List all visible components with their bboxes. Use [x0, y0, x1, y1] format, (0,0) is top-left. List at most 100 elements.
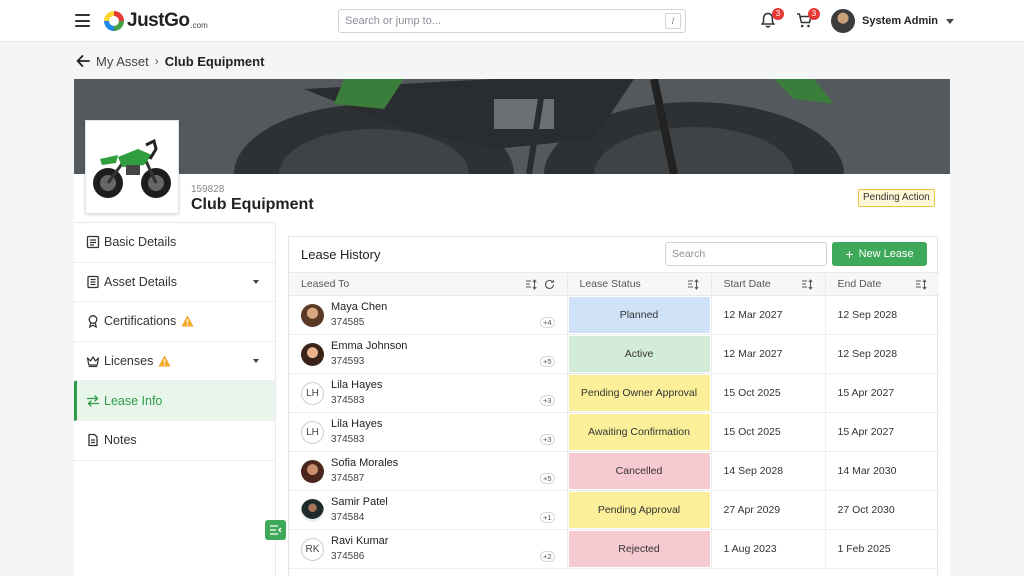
- table-row[interactable]: Sofia Morales 374587 +5 Cancelled 14 Sep…: [289, 451, 939, 491]
- status-pill: Pending Owner Approval: [568, 375, 710, 411]
- chevron-down-icon: [946, 18, 955, 24]
- lessee-name[interactable]: Sofia Morales: [331, 456, 398, 471]
- sort-icon[interactable]: [687, 279, 699, 290]
- avatar-initials: LH: [301, 381, 324, 405]
- collapse-icon: [270, 525, 282, 535]
- lease-status-cell: Pending Approval: [567, 490, 712, 530]
- chevron-down-icon: [253, 358, 259, 363]
- column-header-lease-status[interactable]: Lease Status: [567, 272, 712, 296]
- breadcrumb-parent[interactable]: My Asset: [96, 54, 149, 69]
- end-date-cell: 27 Oct 2030: [825, 490, 939, 530]
- lessee-name[interactable]: Maya Chen: [331, 300, 387, 315]
- lessee-name[interactable]: Samir Patel: [331, 495, 388, 510]
- avatar: [301, 303, 324, 327]
- start-date-cell: 15 Oct 2025: [711, 373, 826, 413]
- cart-button[interactable]: 3: [796, 8, 820, 30]
- notifications-button[interactable]: 3: [760, 8, 784, 30]
- sort-icon[interactable]: [525, 279, 537, 290]
- logo[interactable]: JustGo .com: [104, 10, 208, 32]
- start-date-cell: 14 Sep 2028: [711, 451, 826, 491]
- extra-count-badge[interactable]: +5: [539, 473, 555, 484]
- extra-count-badge[interactable]: +5: [539, 356, 555, 367]
- avatar: [301, 459, 324, 483]
- cart-badge: 3: [808, 8, 820, 20]
- column-header-end-date[interactable]: End Date: [825, 272, 939, 296]
- lease-status-cell: Planned: [567, 295, 712, 335]
- status-pill: Planned: [568, 297, 710, 333]
- lease-search-input[interactable]: [666, 243, 816, 265]
- motorbike-banner-illustration: [74, 79, 950, 174]
- lease-table: Leased To Lease Status Start Date End Da…: [289, 272, 939, 569]
- refresh-icon[interactable]: [544, 279, 555, 290]
- column-label: Start Date: [723, 278, 771, 290]
- sort-icon[interactable]: [801, 279, 813, 290]
- table-row[interactable]: LH Lila Hayes 374583 +3 Awaiting Confirm…: [289, 412, 939, 452]
- plus-icon: +: [845, 246, 854, 262]
- asset-card: 159828 Club Equipment Pending Action Bas…: [74, 79, 950, 576]
- column-label: Leased To: [301, 278, 350, 290]
- column-header-leased-to[interactable]: Leased To: [289, 272, 568, 296]
- chevron-right-icon: ›: [154, 54, 159, 68]
- table-row[interactable]: LH Lila Hayes 374583 +3 Pending Owner Ap…: [289, 373, 939, 413]
- status-pill: Active: [568, 336, 710, 372]
- breadcrumb: My Asset › Club Equipment: [75, 52, 264, 70]
- sidebar-item-basic-details[interactable]: Basic Details: [74, 223, 275, 263]
- status-pill: Awaiting Confirmation: [568, 414, 710, 450]
- lease-history-panel: Lease History + New Lease Leased To Leas…: [288, 236, 939, 576]
- user-menu[interactable]: System Admin: [831, 9, 955, 33]
- lease-status-cell: Active: [567, 334, 712, 374]
- search-shortcut-key: /: [665, 13, 681, 29]
- sidebar-item-label: Certifications: [104, 314, 177, 329]
- asset-banner-image: [74, 79, 950, 174]
- sidebar-item-licenses[interactable]: Licenses: [74, 342, 275, 382]
- lease-search: [665, 242, 827, 266]
- table-row[interactable]: Samir Patel 374584 +1 Pending Approval 2…: [289, 490, 939, 530]
- status-pill: Rejected: [568, 531, 710, 567]
- start-date-cell: 1 Aug 2023: [711, 529, 826, 569]
- new-lease-button[interactable]: + New Lease: [832, 242, 927, 266]
- extra-count-badge[interactable]: +1: [539, 512, 555, 523]
- notes-icon: [88, 434, 98, 447]
- avatar-initials: RK: [301, 537, 324, 561]
- avatar-initials: LH: [301, 420, 324, 444]
- logo-text: JustGo: [127, 10, 190, 31]
- leased-to-cell: Sofia Morales 374587 +5: [289, 451, 568, 491]
- table-header-row: Leased To Lease Status Start Date End Da…: [289, 272, 939, 296]
- lessee-id: 374587: [331, 473, 365, 484]
- collapse-sidebar-button[interactable]: [265, 520, 286, 540]
- user-avatar: [831, 9, 855, 33]
- back-arrow-icon[interactable]: [75, 53, 91, 69]
- sidebar-item-certifications[interactable]: Certifications: [74, 302, 275, 342]
- leased-to-cell: Maya Chen 374585 +4: [289, 295, 568, 335]
- global-search-input[interactable]: [339, 10, 639, 32]
- table-row[interactable]: RK Ravi Kumar 374586 +2 Rejected 1 Aug 2…: [289, 529, 939, 569]
- sidebar-item-asset-details[interactable]: Asset Details: [74, 263, 275, 303]
- table-row[interactable]: Emma Johnson 374593 +5 Active 12 Mar 202…: [289, 334, 939, 374]
- sidebar-item-label: Notes: [104, 433, 137, 448]
- lessee-name[interactable]: Ravi Kumar: [331, 534, 388, 549]
- sidebar-item-notes[interactable]: Notes: [74, 421, 275, 461]
- lessee-name[interactable]: Lila Hayes: [331, 417, 382, 432]
- extra-count-badge[interactable]: +3: [539, 434, 555, 445]
- end-date-cell: 15 Apr 2027: [825, 412, 939, 452]
- lease-status-cell: Rejected: [567, 529, 712, 569]
- asset-id: 159828: [191, 184, 225, 195]
- start-date-cell: 12 Mar 2027: [711, 334, 826, 374]
- lessee-name[interactable]: Emma Johnson: [331, 339, 407, 354]
- menu-icon[interactable]: [75, 14, 90, 27]
- sidebar-item-label: Basic Details: [104, 235, 177, 250]
- warning-icon: [181, 315, 194, 327]
- extra-count-badge[interactable]: +3: [539, 395, 555, 406]
- lessee-name[interactable]: Lila Hayes: [331, 378, 382, 393]
- sidebar-item-lease-info[interactable]: Lease Info: [74, 381, 275, 421]
- logo-suffix: .com: [190, 20, 208, 30]
- sort-icon[interactable]: [915, 279, 927, 290]
- extra-count-badge[interactable]: +4: [539, 317, 555, 328]
- extra-count-badge[interactable]: +2: [539, 551, 555, 562]
- table-row[interactable]: Maya Chen 374585 +4 Planned 12 Mar 2027 …: [289, 295, 939, 335]
- column-header-start-date[interactable]: Start Date: [711, 272, 826, 296]
- sidebar-item-label: Licenses: [104, 354, 154, 369]
- end-date-cell: 14 Mar 2030: [825, 451, 939, 491]
- certificate-icon: [88, 315, 98, 329]
- lease-history-title: Lease History: [301, 247, 381, 262]
